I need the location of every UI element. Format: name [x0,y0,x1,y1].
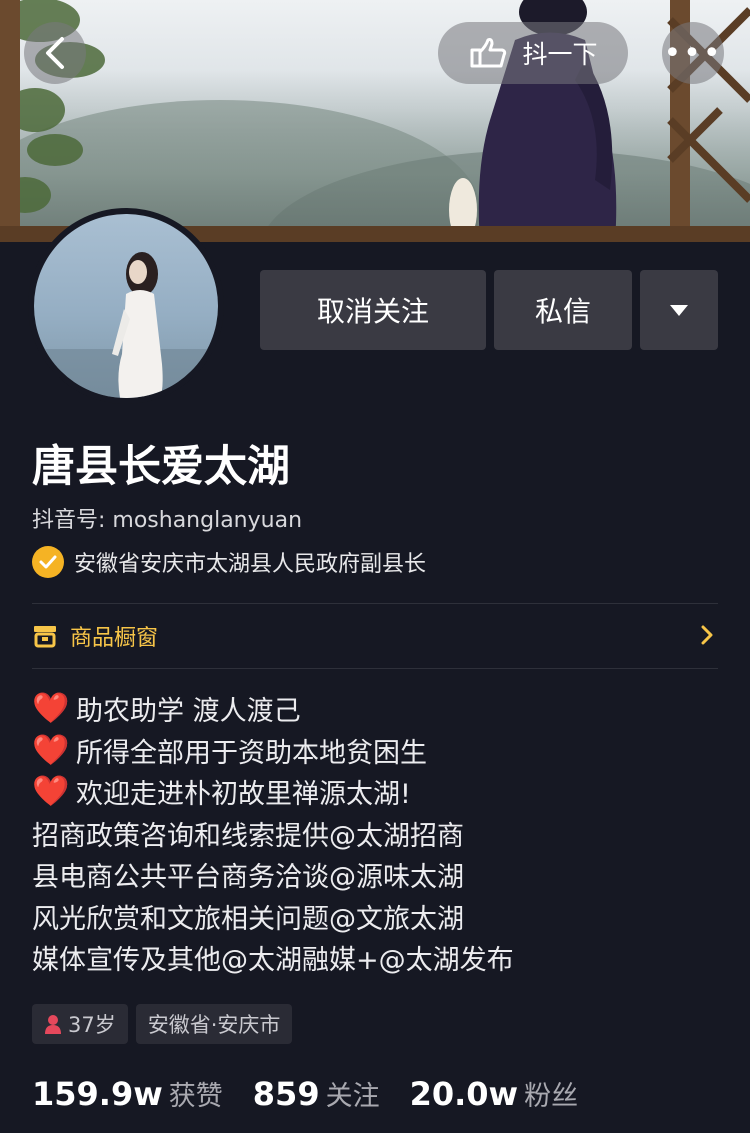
shake-button[interactable]: 抖一下 [438,22,628,84]
heart-icon: ❤️ [32,691,70,727]
bio-line: ❤️ 助农助学 渡人渡己 [32,688,514,730]
bio-text: 媒体宣传及其他@太湖融媒+@太湖发布 [32,945,514,977]
unfollow-label: 取消关注 [316,295,429,328]
verification-row: 安徽省安庆市太湖县人民政府副县长 [32,546,426,578]
more-actions-button[interactable] [640,270,718,350]
followers-count[interactable]: 20.0w [410,1075,519,1113]
profile-stats: 159.9w 获赞 859 关注 20.0w 粉丝 [32,1074,608,1113]
location-label: 安徽省·安庆市 [147,1013,281,1037]
profile-tags: 37岁 安徽省·安庆市 [32,1004,293,1044]
likes-count: 159.9w [32,1075,163,1113]
cover-image [0,0,750,242]
likes-label: 获赞 [168,1081,223,1112]
triangle-down-icon [670,304,688,316]
profile-name: 唐县长爱太湖 [32,442,290,492]
bio-text: 欢迎走进朴初故里禅源太湖! [76,779,411,811]
avatar[interactable] [34,214,218,398]
chevron-right-icon [701,625,713,645]
douyin-id: 抖音号: moshanglanyuan [32,508,303,533]
age-tag: 37岁 [32,1004,128,1044]
cover-post [0,0,20,242]
hand-point-icon [470,38,507,68]
divider [32,668,718,669]
location-tag: 安徽省·安庆市 [135,1004,293,1044]
shake-label: 抖一下 [522,40,598,69]
verification-text: 安徽省安庆市太湖县人民政府副县长 [74,552,427,577]
back-button[interactable] [24,22,86,84]
shop-window-row[interactable]: 商品橱窗 [32,604,718,668]
bio-text: 所得全部用于资助本地贫困生 [76,737,427,769]
bio-line: ❤️ 欢迎走进朴初故里禅源太湖! [32,771,514,813]
bio: ❤️ 助农助学 渡人渡己 ❤️ 所得全部用于资助本地贫困生 ❤️ 欢迎走进朴初故… [32,688,514,979]
followers-label[interactable]: 粉丝 [524,1074,578,1113]
bio-text: 助农助学 渡人渡己 [76,696,301,728]
age-label: 37岁 [68,1013,116,1037]
verified-check-icon [32,546,64,578]
bio-text: 风光欣赏和文旅相关问题@文旅太湖 [32,903,464,935]
message-button[interactable]: 私信 [494,270,632,350]
avatar-figure [34,252,218,398]
shop-icon [34,626,56,648]
heart-icon: ❤️ [32,774,70,810]
unfollow-button[interactable]: 取消关注 [260,270,486,350]
bio-line: 媒体宣传及其他@太湖融媒+@太湖发布 [32,937,514,979]
bio-line: 县电商公共平台商务洽谈@源味太湖 [32,854,514,896]
bio-text: 招商政策咨询和线索提供@太湖招商 [32,820,464,852]
message-label: 私信 [534,295,591,328]
female-icon [45,1015,61,1034]
bio-text: 县电商公共平台商务洽谈@源味太湖 [32,862,464,894]
more-options-button[interactable]: ••• [662,22,724,84]
shop-window-label: 商品橱窗 [70,626,159,651]
following-count[interactable]: 859 [253,1075,320,1113]
following-label[interactable]: 关注 [326,1074,380,1113]
more-dots-icon: ••• [663,35,723,71]
heart-icon: ❤️ [32,732,70,768]
bio-line: ❤️ 所得全部用于资助本地贫困生 [32,730,514,772]
chevron-left-icon [46,37,64,69]
bio-line: 风光欣赏和文旅相关问题@文旅太湖 [32,896,514,938]
bio-line: 招商政策咨询和线索提供@太湖招商 [32,813,514,855]
